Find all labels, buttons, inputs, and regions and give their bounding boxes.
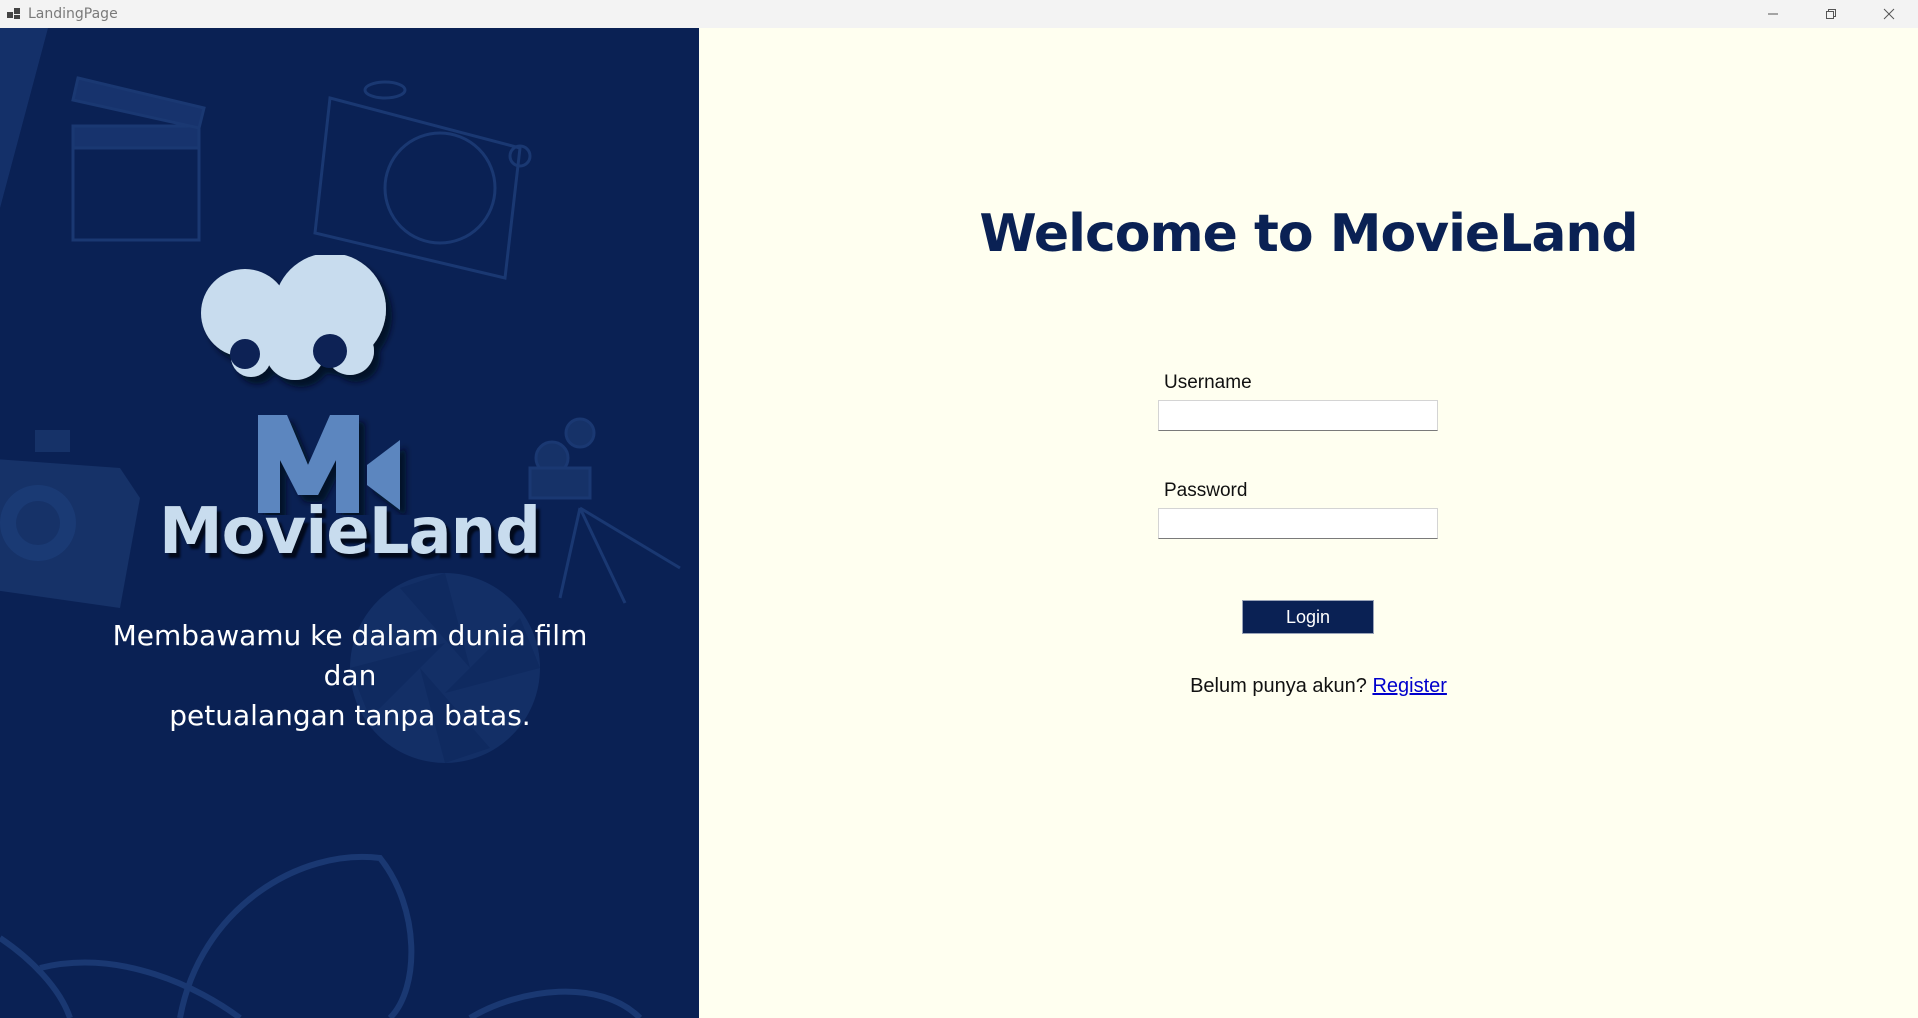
login-button-label: Login bbox=[1285, 606, 1331, 627]
register-prompt: Belum punya akun? bbox=[1190, 675, 1367, 697]
app-window-icon bbox=[4, 4, 24, 24]
window-title: LandingPage bbox=[28, 6, 118, 22]
password-input[interactable] bbox=[1158, 508, 1438, 539]
username-input[interactable] bbox=[1158, 400, 1438, 431]
close-icon bbox=[1883, 8, 1895, 20]
username-label: Username bbox=[1164, 372, 1252, 393]
movieland-logo bbox=[201, 255, 400, 513]
restore-button[interactable] bbox=[1802, 0, 1860, 28]
brand-name: MovieLand bbox=[158, 495, 541, 569]
tagline: Membawamu ke dalam dunia film dan petual… bbox=[90, 616, 610, 736]
tagline-line-2: petualangan tanpa batas. bbox=[169, 699, 531, 732]
close-button[interactable] bbox=[1860, 0, 1918, 28]
login-button[interactable]: Login bbox=[1243, 601, 1373, 633]
film-reel-icon bbox=[0, 853, 643, 1018]
password-label: Password bbox=[1164, 480, 1248, 501]
window-controls bbox=[1744, 0, 1918, 28]
register-prompt-line: Belum punya akun? Register bbox=[699, 675, 1918, 698]
minimize-icon bbox=[1768, 13, 1778, 15]
register-link[interactable]: Register bbox=[1372, 675, 1446, 697]
login-panel: Welcome to MovieLand Username Password L… bbox=[699, 28, 1918, 1018]
window-titlebar: LandingPage bbox=[0, 0, 1918, 28]
camera-icon bbox=[313, 80, 532, 280]
tagline-line-1: Membawamu ke dalam dunia film dan bbox=[112, 619, 588, 692]
brand-panel: MovieLand Membawamu ke dalam dunia film … bbox=[0, 28, 699, 1018]
minimize-button[interactable] bbox=[1744, 0, 1802, 28]
welcome-heading: Welcome to MovieLand bbox=[979, 204, 1638, 264]
restore-icon bbox=[1826, 9, 1836, 19]
clapperboard-icon bbox=[71, 76, 206, 242]
